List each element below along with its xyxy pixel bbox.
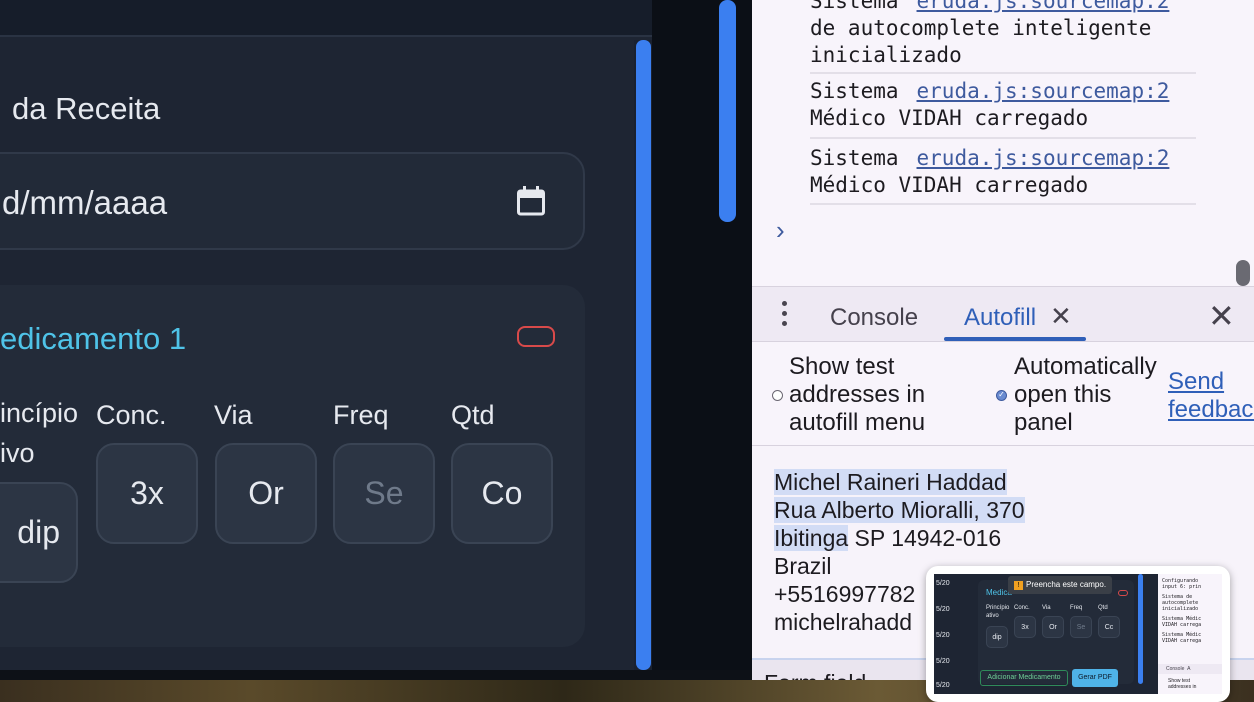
log-source-link[interactable]: eruda.js:sourcemap:2 bbox=[917, 79, 1170, 103]
thumb-date: 5/20 bbox=[936, 632, 950, 639]
thumb-date: 5/20 bbox=[936, 682, 950, 689]
form-scrollbar-thumb[interactable] bbox=[636, 40, 651, 670]
thumb-pill: dip bbox=[986, 626, 1008, 648]
thumb-log-line: VIDAH carrega bbox=[1162, 638, 1202, 644]
log-source: Sistema bbox=[810, 0, 899, 13]
concentration-label: Conc. bbox=[96, 400, 167, 430]
address-street: Rua Alberto Mioralli, 370 bbox=[774, 497, 1025, 523]
page-scrollbar-thumb[interactable] bbox=[719, 0, 736, 222]
console-log-area: Sistema eruda.js:sourcemap:2 de autocompl… bbox=[752, 0, 1254, 286]
log-source: Sistema bbox=[810, 79, 899, 103]
prescription-app-window: da Receita d/mm/aaaa edicamento 1 incípi… bbox=[0, 0, 752, 686]
autofill-options: Show test addresses in autofill menu ✓ A… bbox=[752, 342, 1254, 446]
app-top-bar bbox=[0, 0, 652, 37]
thumb-label: Princípio bbox=[986, 605, 1010, 611]
thumb-devtools: Configurando input 6: prin Sistema de au… bbox=[1158, 574, 1222, 694]
thumb-pill: 3x bbox=[1014, 616, 1036, 638]
thumb-label: ativo bbox=[986, 613, 999, 619]
thumb-log-line: VIDAH carrega bbox=[1162, 622, 1202, 628]
thumbnail-image: 5/20 5/20 5/20 5/20 5/20 Medica Princípi… bbox=[934, 574, 1222, 694]
thumb-generate-pdf-button: Gerar PDF bbox=[1072, 669, 1118, 687]
screenshot-thumbnail[interactable]: 5/20 5/20 5/20 5/20 5/20 Medica Princípi… bbox=[926, 566, 1230, 702]
calendar-icon[interactable] bbox=[517, 186, 545, 216]
thumb-date: 5/20 bbox=[936, 580, 950, 587]
log-message: Médico VIDAH carregado bbox=[810, 173, 1089, 197]
address-name: Michel Raineri Haddad bbox=[774, 469, 1007, 495]
medication-title: edicamento 1 bbox=[0, 321, 187, 356]
warning-icon: ! bbox=[1014, 581, 1023, 590]
address-state-zip: SP 14942-016 bbox=[848, 525, 1002, 551]
thumb-pill: Or bbox=[1042, 616, 1064, 638]
route-label: Via bbox=[214, 400, 253, 430]
quantity-label: Qtd bbox=[451, 400, 495, 430]
log-entry: Sistema eruda.js:sourcemap:2 de autocompl… bbox=[810, 0, 1196, 69]
active-tab-indicator bbox=[944, 337, 1086, 341]
show-test-addresses-label[interactable]: Show test addresses in autofill menu bbox=[789, 353, 925, 437]
frequency-input[interactable]: Se bbox=[333, 443, 435, 544]
frequency-label: Freq bbox=[333, 400, 389, 430]
log-separator bbox=[810, 203, 1196, 205]
log-separator bbox=[810, 137, 1196, 139]
log-source: Sistema bbox=[810, 146, 899, 170]
date-section-label: da Receita bbox=[12, 91, 161, 126]
thumb-pill: Cc bbox=[1098, 616, 1120, 638]
show-test-addresses-checkbox[interactable] bbox=[772, 390, 783, 401]
date-placeholder: d/mm/aaaa bbox=[2, 184, 168, 221]
console-scrollbar-thumb[interactable] bbox=[1236, 260, 1250, 286]
log-source-link[interactable]: eruda.js:sourcemap:2 bbox=[917, 0, 1170, 13]
route-input[interactable]: Or bbox=[215, 443, 317, 544]
more-options-icon[interactable] bbox=[780, 301, 788, 329]
log-entry: Sistema eruda.js:sourcemap:2 Médico VIDAH… bbox=[810, 78, 1196, 132]
log-message: Médico VIDAH carregado bbox=[810, 106, 1089, 130]
auto-open-panel-checkbox[interactable]: ✓ bbox=[996, 390, 1007, 401]
thumb-label: Via bbox=[1042, 605, 1051, 611]
thumb-validation-tooltip: ! Preencha este campo. bbox=[1008, 576, 1113, 594]
thumb-tab-bar: Console A bbox=[1158, 664, 1222, 674]
active-ingredient-label-2: ivo bbox=[0, 438, 35, 468]
prescription-date-input[interactable]: d/mm/aaaa bbox=[0, 152, 585, 250]
thumb-pill: Se bbox=[1070, 616, 1092, 638]
thumb-date: 5/20 bbox=[936, 606, 950, 613]
log-entry: Sistema eruda.js:sourcemap:2 Médico VIDAH… bbox=[810, 145, 1196, 199]
thumb-show-test: Show test addresses in bbox=[1168, 678, 1197, 690]
thumb-log-line: inicializado bbox=[1162, 606, 1199, 612]
quantity-input[interactable]: Co bbox=[451, 443, 553, 544]
tab-autofill[interactable]: Autofill bbox=[964, 304, 1036, 332]
thumb-label: Qtd bbox=[1098, 605, 1108, 611]
thumb-date: 5/20 bbox=[936, 658, 950, 665]
thumb-label: Conc. bbox=[1014, 605, 1030, 611]
log-separator bbox=[810, 72, 1196, 74]
active-ingredient-label-1: incípio bbox=[0, 398, 79, 428]
log-message-cont: inicializado bbox=[810, 43, 962, 67]
close-panel-icon[interactable]: ✕ bbox=[1208, 297, 1235, 335]
page-gutter bbox=[652, 0, 752, 670]
prescription-form: da Receita d/mm/aaaa edicamento 1 incípi… bbox=[0, 37, 652, 670]
address-city: Ibitinga bbox=[774, 525, 849, 551]
medication-card: edicamento 1 incípio ivo Conc. Via Freq … bbox=[0, 285, 585, 647]
close-tab-icon[interactable]: ✕ bbox=[1050, 301, 1072, 332]
thumb-remove-button bbox=[1118, 590, 1128, 596]
thumb-label: Freq bbox=[1070, 605, 1083, 611]
concentration-input[interactable]: 3x bbox=[96, 443, 198, 544]
log-source-link[interactable]: eruda.js:sourcemap:2 bbox=[917, 146, 1170, 170]
active-ingredient-input[interactable]: dip bbox=[0, 482, 78, 583]
thumb-scrollbar bbox=[1138, 574, 1143, 684]
thumb-log-line: input 6: prin bbox=[1162, 584, 1202, 590]
devtools-tab-bar: Console Autofill ✕ ✕ bbox=[752, 286, 1254, 342]
remove-medication-button[interactable] bbox=[517, 326, 555, 347]
auto-open-panel-label[interactable]: Automatically open this panel bbox=[1014, 353, 1157, 437]
log-message: de autocomplete inteligente bbox=[810, 16, 1152, 40]
thumb-add-medication-button: Adicionar Medicamento bbox=[980, 670, 1068, 686]
send-feedback-link[interactable]: Send feedback bbox=[1168, 368, 1254, 424]
console-prompt-chevron-icon[interactable]: › bbox=[776, 215, 785, 246]
tab-console[interactable]: Console bbox=[830, 304, 918, 332]
